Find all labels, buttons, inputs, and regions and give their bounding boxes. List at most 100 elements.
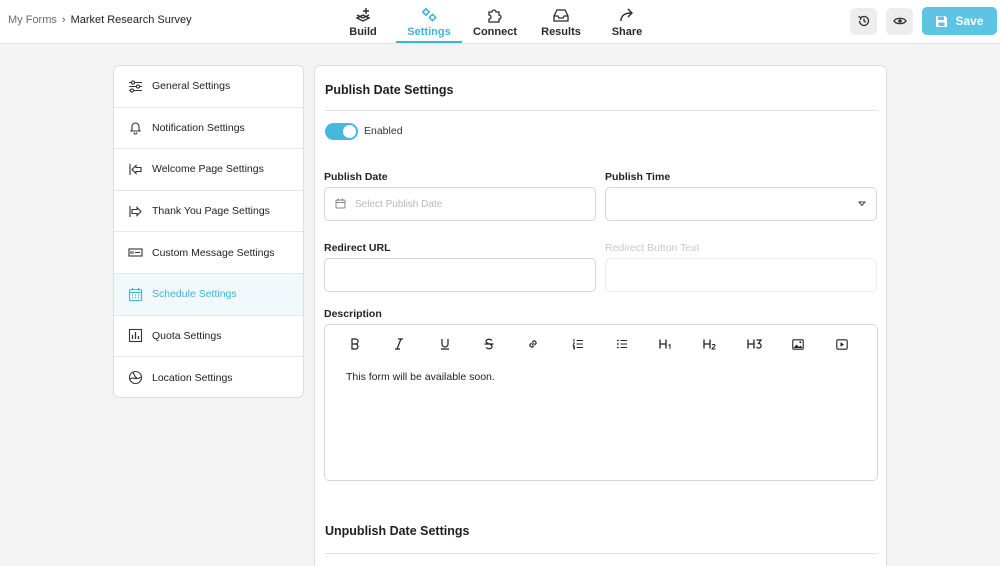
heading-1-button[interactable] xyxy=(655,335,677,353)
tab-settings-label: Settings xyxy=(407,26,451,38)
sidebar-item-label: Location Settings xyxy=(152,371,233,384)
heading-2-icon xyxy=(703,339,716,350)
redirect-url-label: Redirect URL xyxy=(324,242,391,254)
sidebar-item-label: Thank You Page Settings xyxy=(152,205,270,218)
thankyou-arrow-icon xyxy=(127,203,143,219)
message-box-icon xyxy=(127,245,143,261)
italic-icon xyxy=(395,338,403,350)
link-icon xyxy=(529,340,537,348)
sidebar-item-general-settings[interactable]: General Settings xyxy=(114,66,303,108)
breadcrumb-separator: › xyxy=(61,14,66,26)
breadcrumb-current-form: Market Research Survey xyxy=(70,14,192,26)
toggle-knob xyxy=(343,125,356,138)
save-button[interactable]: Save xyxy=(922,7,997,35)
bullet-list-icon xyxy=(616,339,627,349)
editor-toolbar xyxy=(325,335,877,353)
publish-date-input[interactable]: Select Publish Date xyxy=(324,187,596,221)
redirect-button-text-label: Redirect Button Text xyxy=(605,242,700,254)
tab-settings[interactable]: Settings xyxy=(396,0,462,43)
globe-icon xyxy=(127,370,143,386)
tab-results[interactable]: Results xyxy=(528,0,594,43)
bold-button[interactable] xyxy=(344,335,366,353)
bold-icon xyxy=(351,338,359,350)
tab-share[interactable]: Share xyxy=(594,0,660,43)
build-icon xyxy=(355,8,371,22)
heading-3-button[interactable] xyxy=(744,335,766,353)
image-icon xyxy=(792,338,804,350)
publish-date-placeholder: Select Publish Date xyxy=(355,199,443,210)
unpublish-section-title: Unpublish Date Settings xyxy=(325,524,470,538)
chevron-down-icon xyxy=(858,201,866,207)
publish-time-label: Publish Time xyxy=(605,171,671,183)
heading-2-button[interactable] xyxy=(699,335,721,353)
sidebar-item-label: Welcome Page Settings xyxy=(152,163,264,176)
tab-build-label: Build xyxy=(349,26,377,38)
underline-button[interactable] xyxy=(434,335,456,353)
share-arrow-icon xyxy=(620,8,633,22)
sidebar-item-label: Custom Message Settings xyxy=(152,246,275,259)
publish-enabled-toggle[interactable] xyxy=(325,123,358,140)
ordered-list-button[interactable] xyxy=(567,335,589,353)
sidebar-item-label: General Settings xyxy=(152,80,231,93)
bullet-list-button[interactable] xyxy=(611,335,633,353)
divider xyxy=(325,110,878,111)
sidebar-item-thank-you-page-settings[interactable]: Thank You Page Settings xyxy=(114,191,303,233)
underline-icon xyxy=(441,339,449,350)
breadcrumb: My Forms › Market Research Survey xyxy=(8,14,192,26)
puzzle-icon xyxy=(488,9,502,23)
redirect-url-input[interactable] xyxy=(324,258,596,292)
sidebar-item-quota-settings[interactable]: Quota Settings xyxy=(114,316,303,358)
breadcrumb-my-forms[interactable]: My Forms xyxy=(8,14,57,26)
top-bar: My Forms › Market Research Survey Build … xyxy=(0,0,1000,44)
image-button[interactable] xyxy=(787,335,809,353)
tab-connect-label: Connect xyxy=(473,26,517,38)
description-label: Description xyxy=(324,308,382,320)
main-nav-tabs: Build Settings Connect Results Share xyxy=(330,0,660,44)
description-text: This form will be available soon. xyxy=(346,371,495,383)
sidebar-item-label: Quota Settings xyxy=(152,329,222,342)
sliders-icon xyxy=(127,78,143,94)
preview-button[interactable] xyxy=(886,7,913,35)
video-icon xyxy=(836,338,848,350)
link-button[interactable] xyxy=(522,335,544,353)
ordered-list-icon xyxy=(572,339,583,350)
heading-3-icon xyxy=(747,339,763,349)
settings-sidebar: General Settings Notification Settings W… xyxy=(113,65,304,398)
heading-1-icon xyxy=(659,339,671,349)
schedule-settings-panel: Publish Date Settings Enabled Publish Da… xyxy=(314,65,887,566)
sidebar-item-location-settings[interactable]: Location Settings xyxy=(114,357,303,397)
italic-button[interactable] xyxy=(388,335,410,353)
sidebar-item-schedule-settings[interactable]: Schedule Settings xyxy=(114,273,303,316)
sidebar-item-welcome-page-settings[interactable]: Welcome Page Settings xyxy=(114,149,303,191)
floppy-disk-icon xyxy=(936,15,948,27)
publish-date-label: Publish Date xyxy=(324,171,388,183)
top-actions: Save xyxy=(850,7,997,35)
strikethrough-icon xyxy=(484,338,494,350)
video-button[interactable] xyxy=(831,335,853,353)
bar-chart-icon xyxy=(127,328,143,344)
settings-gears-icon xyxy=(422,8,437,22)
save-button-label: Save xyxy=(955,14,984,28)
publish-section-title: Publish Date Settings xyxy=(325,83,454,97)
sidebar-item-label: Schedule Settings xyxy=(152,288,237,301)
calendar-icon xyxy=(335,198,346,209)
description-editor[interactable]: This form will be available soon. xyxy=(324,324,878,481)
history-button[interactable] xyxy=(850,7,877,35)
divider xyxy=(325,553,878,554)
sidebar-item-label: Notification Settings xyxy=(152,121,245,134)
sidebar-item-custom-message-settings[interactable]: Custom Message Settings xyxy=(114,232,303,274)
tab-connect[interactable]: Connect xyxy=(462,0,528,43)
eye-icon xyxy=(892,17,907,25)
calendar-icon xyxy=(127,286,143,302)
redirect-button-text-input[interactable] xyxy=(605,258,877,292)
tab-build[interactable]: Build xyxy=(330,0,396,43)
strikethrough-button[interactable] xyxy=(478,335,500,353)
inbox-icon xyxy=(553,9,569,22)
bell-icon xyxy=(127,120,143,136)
toggle-label: Enabled xyxy=(364,125,403,137)
sidebar-item-notification-settings[interactable]: Notification Settings xyxy=(114,108,303,150)
publish-time-select[interactable] xyxy=(605,187,877,221)
welcome-arrow-icon xyxy=(127,161,143,177)
tab-share-label: Share xyxy=(611,26,643,38)
history-icon xyxy=(857,15,869,27)
